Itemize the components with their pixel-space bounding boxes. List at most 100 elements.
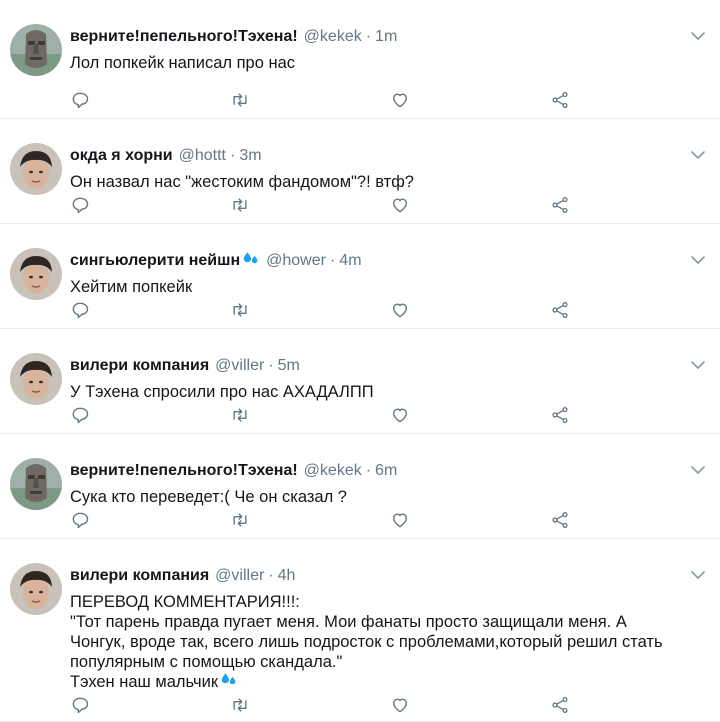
tweet[interactable]: верните!пепельного!Тэхена! @kekek · 1m Лол п… [0,0,720,119]
share-button[interactable] [550,195,570,215]
tweet-text-content: Сука кто переведет:( Че он сказал ? [70,488,347,506]
person-avatar[interactable] [10,248,62,300]
user-handle[interactable]: @viller [215,357,264,375]
share-button[interactable] [550,90,570,110]
retweet-button[interactable] [230,695,250,715]
tweet-actions [70,405,590,427]
share-icon [550,92,570,114]
chevron-down-icon[interactable] [690,147,706,163]
retweet-icon [230,198,250,219]
timestamp[interactable]: 4m [339,252,361,270]
tweet-text-line: Тэхен наш мальчик [70,672,700,692]
chevron-down-icon[interactable] [690,567,706,583]
tweet-text-content: У Тэхена спросили про нас АХАДАЛПП [70,383,374,401]
share-button[interactable] [550,695,570,715]
tweet-text-line: "Тот парень правда пугает меня. Мои фана… [70,612,700,632]
reply-button[interactable] [70,195,90,215]
tweet-text-content: "Тот парень правда пугает меня. Мои фана… [70,613,627,631]
tweet-text: ПЕРЕВОД КОММЕНТАРИЯ!!!: "Тот парень правд… [70,592,700,692]
like-button[interactable] [390,90,410,110]
tweet-text-content: популярным с помощью скандала." [70,653,343,671]
chevron-down-icon[interactable] [690,28,706,44]
display-name[interactable]: окда я хорни [70,147,173,165]
tweet[interactable]: верните!пепельного!Тэхена! @kekek · 6m Сука … [0,434,720,539]
display-name[interactable]: верните!пепельного!Тэхена! [70,462,298,480]
share-icon [550,302,570,324]
tweet-text-line: ПЕРЕВОД КОММЕНТАРИЯ!!!: [70,592,700,612]
like-icon [390,198,410,219]
display-name[interactable]: верните!пепельного!Тэхена! [70,28,298,46]
tweet-text-line: Сука кто переведет:( Че он сказал ? [70,487,700,507]
timestamp[interactable]: 1m [375,28,397,46]
reply-icon [70,407,90,429]
moai-avatar[interactable] [10,458,62,510]
person-avatar[interactable] [10,143,62,195]
user-handle[interactable]: @hottt [179,147,226,165]
retweet-button[interactable] [230,510,250,530]
retweet-icon [230,408,250,429]
display-name[interactable]: вилери компания [70,567,209,585]
share-button[interactable] [550,300,570,320]
user-handle[interactable]: @hower [266,252,326,270]
timestamp[interactable]: 4h [278,567,296,585]
reply-button[interactable] [70,510,90,530]
retweet-icon [230,303,250,324]
user-handle[interactable]: @kekek [304,28,362,46]
reply-icon [70,512,90,534]
separator-dot: · [365,462,372,479]
reply-button[interactable] [70,695,90,715]
tweet-text-content: ПЕРЕВОД КОММЕНТАРИЯ!!!: [70,593,300,611]
tweet[interactable]: сингьюлерити нейшн @hower · 4m Хейтим попкей… [0,224,720,329]
retweet-button[interactable] [230,300,250,320]
share-button[interactable] [550,510,570,530]
droplet-icon [242,251,260,271]
separator-dot: · [268,567,274,584]
chevron-down-icon[interactable] [690,357,706,373]
tweet[interactable]: вилери компания @viller · 4h ПЕРЕВОД КОММЕНТ… [0,539,720,722]
tweet[interactable]: вилери компания @viller · 5m У Тэхена спроси… [0,329,720,434]
tweet-text-content: Лол попкейк написал про нас [70,54,295,72]
reply-button[interactable] [70,300,90,320]
display-name[interactable]: вилери компания [70,357,209,375]
retweet-icon [230,698,250,719]
tweet[interactable]: окда я хорни @hottt · 3m Он назвал нас "жест… [0,119,720,224]
person-avatar[interactable] [10,353,62,405]
timestamp[interactable]: 6m [375,462,397,480]
like-icon [390,93,410,114]
tweet-header: сингьюлерити нейшн @hower · 4m [70,250,362,272]
share-icon [550,697,570,719]
retweet-button[interactable] [230,405,250,425]
like-button[interactable] [390,405,410,425]
tweet-text-line: Чонгук, вроде так, всего лишь подросток … [70,632,700,652]
tweet-actions [70,195,590,217]
timestamp[interactable]: 5m [278,357,300,375]
chevron-down-icon[interactable] [690,252,706,268]
share-button[interactable] [550,405,570,425]
reply-button[interactable] [70,90,90,110]
tweet-text: У Тэхена спросили про нас АХАДАЛПП [70,382,700,402]
like-button[interactable] [390,510,410,530]
tweet-actions [70,510,590,532]
retweet-button[interactable] [230,90,250,110]
tweet-text: Сука кто переведет:( Че он сказал ? [70,487,700,507]
user-handle[interactable]: @viller [215,567,264,585]
retweet-icon [230,513,250,534]
retweet-button[interactable] [230,195,250,215]
reply-button[interactable] [70,405,90,425]
like-button[interactable] [390,195,410,215]
person-avatar[interactable] [10,563,62,615]
moai-avatar[interactable] [10,24,62,76]
tweet-header: верните!пепельного!Тэхена! @kekek · 6m [70,460,397,482]
tweet-text-content: Хейтим попкейк [70,278,193,296]
reply-icon [70,697,90,719]
tweet-actions [70,90,590,112]
share-icon [550,407,570,429]
tweet-text-content: Чонгук, вроде так, всего лишь подросток … [70,633,663,651]
display-name[interactable]: сингьюлерити нейшн [70,252,240,270]
like-button[interactable] [390,300,410,320]
timestamp[interactable]: 3m [239,147,261,165]
chevron-down-icon[interactable] [690,462,706,478]
user-handle[interactable]: @kekek [304,462,362,480]
like-button[interactable] [390,695,410,715]
tweet-text-line: Хейтим попкейк [70,277,700,297]
